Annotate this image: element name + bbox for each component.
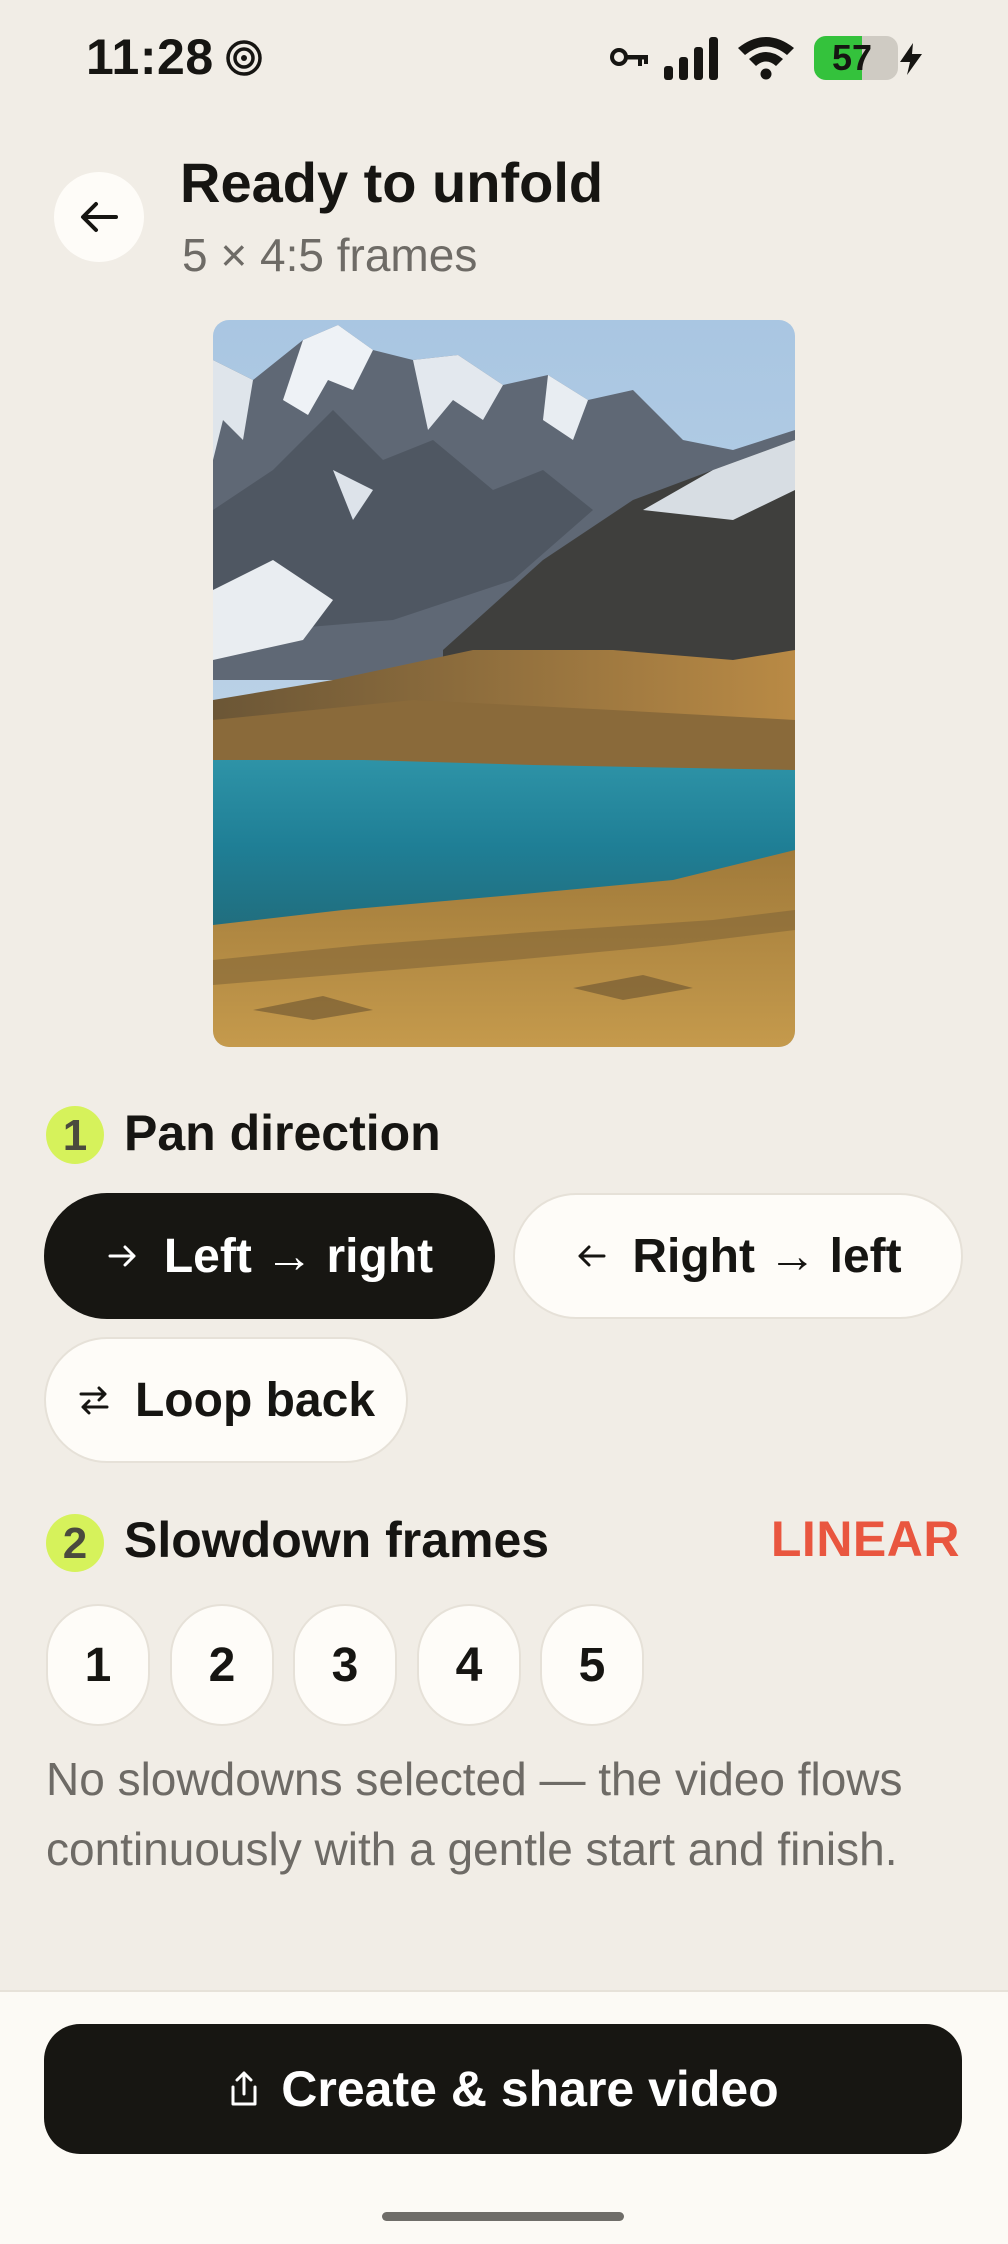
slowdown-mode-label[interactable]: LINEAR <box>771 1510 960 1568</box>
create-share-video-label: Create & share video <box>281 2061 779 2117</box>
pan-option-left-right[interactable]: Left → right <box>44 1193 495 1319</box>
arrow-left-icon <box>574 1239 608 1273</box>
arrow-right-icon <box>106 1239 140 1273</box>
arrow-left-icon <box>81 202 118 232</box>
slowdown-hint: No slowdowns selected — the video flows … <box>46 1753 903 1875</box>
charging-bolt-icon <box>900 43 922 75</box>
share-icon <box>231 2071 257 2106</box>
page-title: Ready to unfold <box>180 151 604 214</box>
frame-chip-1[interactable]: 1 <box>46 1604 150 1726</box>
pan-option-loop-back[interactable]: Loop back <box>44 1337 408 1463</box>
page-subtitle: 5 × 4:5 frames <box>182 229 478 281</box>
step-badge-1: 1 <box>46 1106 104 1164</box>
frame-chip-3[interactable]: 3 <box>293 1604 397 1726</box>
status-time: 11:28 <box>86 29 214 85</box>
home-indicator[interactable] <box>382 2212 624 2221</box>
key-icon <box>610 48 648 66</box>
pan-option-right-left[interactable]: Right → left <box>513 1193 963 1319</box>
pan-option-label: Right → left <box>632 1229 902 1283</box>
frame-chip-2[interactable]: 2 <box>170 1604 274 1726</box>
slowdown-frames-title: Slowdown frames <box>124 1512 550 1568</box>
screen: 11:28 57 Ready to unfold 5 × 4:5 frames … <box>0 0 1008 2244</box>
spiral-icon <box>226 40 262 76</box>
back-button[interactable] <box>54 172 144 262</box>
preview-image <box>213 320 795 1047</box>
battery-icon: 57 <box>814 36 898 80</box>
step-badge-2: 2 <box>46 1514 104 1572</box>
mountain-lake-photo <box>213 320 795 1047</box>
frame-chip-4[interactable]: 4 <box>417 1604 521 1726</box>
battery-text: 57 <box>831 37 873 78</box>
pan-option-label: Left → right <box>163 1229 434 1283</box>
wifi-icon <box>738 37 794 80</box>
pan-direction-title: Pan direction <box>124 1105 441 1161</box>
swap-arrows-icon <box>77 1383 111 1417</box>
status-bar: 11:28 57 <box>0 0 1008 116</box>
create-share-video-button[interactable]: Create & share video <box>44 2024 962 2154</box>
pan-option-label: Loop back <box>134 1373 376 1427</box>
frame-chip-5[interactable]: 5 <box>540 1604 644 1726</box>
signal-icon <box>664 37 718 80</box>
